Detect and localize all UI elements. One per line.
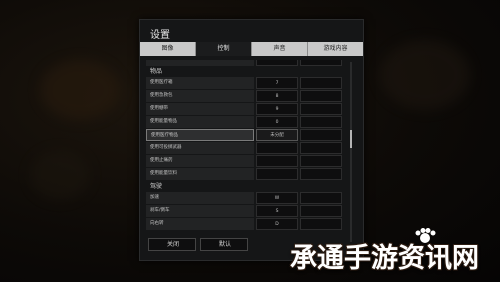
- scrollbar-thumb[interactable]: [350, 130, 352, 148]
- tab-controls[interactable]: 控制: [196, 42, 252, 56]
- list-item: 使用能量物品 0: [146, 116, 349, 128]
- action-label: 使用可投掷武器: [146, 142, 254, 154]
- settings-window: 设置 图像 控制 声音 游戏内容 物品 使用医疗箱 7 使用急救包 8 使用绷带…: [139, 19, 364, 261]
- primary-key-slot[interactable]: S: [256, 205, 298, 217]
- list-item: 使用绷带 9: [146, 103, 349, 115]
- background-glow: [40, 60, 120, 120]
- action-label: 向右转: [146, 218, 254, 230]
- secondary-key-slot[interactable]: [300, 192, 342, 204]
- action-label: 使用医疗物品: [146, 129, 254, 141]
- tab-graphics[interactable]: 图像: [140, 42, 196, 56]
- action-label: 使用医疗箱: [146, 77, 254, 89]
- primary-key-slot[interactable]: [256, 142, 298, 154]
- secondary-key-slot[interactable]: [300, 90, 342, 102]
- secondary-key-slot[interactable]: [300, 103, 342, 115]
- primary-key-slot[interactable]: W: [256, 192, 298, 204]
- action-label: 加速: [146, 192, 254, 204]
- primary-key-slot[interactable]: [256, 60, 298, 66]
- primary-key-slot[interactable]: [256, 168, 298, 180]
- secondary-key-slot[interactable]: [300, 129, 342, 141]
- action-label: 刹车/倒车: [146, 205, 254, 217]
- list-item: 使用可投掷武器: [146, 142, 349, 154]
- secondary-key-slot[interactable]: [300, 77, 342, 89]
- window-title: 设置: [150, 30, 170, 41]
- primary-key-slot[interactable]: 未分配: [256, 129, 298, 141]
- action-label: 使用绷带: [146, 103, 254, 115]
- list-item: 刹车/倒车 S: [146, 205, 349, 217]
- action-label: [146, 60, 254, 66]
- tab-sound[interactable]: 声音: [252, 42, 308, 56]
- secondary-key-slot[interactable]: [300, 142, 342, 154]
- list-item: 加速 W: [146, 192, 349, 204]
- list-item: 使用能量饮料: [146, 168, 349, 180]
- list-item-selected: 使用医疗物品 未分配: [146, 129, 349, 141]
- secondary-key-slot[interactable]: [300, 60, 342, 66]
- primary-key-slot[interactable]: 9: [256, 103, 298, 115]
- primary-key-slot[interactable]: 7: [256, 77, 298, 89]
- close-button[interactable]: 关闭: [148, 238, 196, 251]
- secondary-key-slot[interactable]: [300, 168, 342, 180]
- secondary-key-slot[interactable]: [300, 155, 342, 167]
- action-label: 使用急救包: [146, 90, 254, 102]
- background-glow: [30, 150, 90, 200]
- list-item: 使用止痛药: [146, 155, 349, 167]
- action-label: 使用能量饮料: [146, 168, 254, 180]
- tab-gameplay[interactable]: 游戏内容: [308, 42, 363, 56]
- watermark-text: 承通手游资讯网: [290, 243, 479, 274]
- secondary-key-slot[interactable]: [300, 218, 342, 230]
- default-button[interactable]: 默认: [200, 238, 248, 251]
- list-item: 使用医疗箱 7: [146, 77, 349, 89]
- section-heading: 驾驶: [150, 183, 163, 190]
- primary-key-slot[interactable]: [256, 155, 298, 167]
- list-item: [146, 60, 349, 66]
- footer-bar: 关闭 默认: [148, 238, 248, 251]
- section-heading: 物品: [150, 68, 163, 75]
- primary-key-slot[interactable]: 8: [256, 90, 298, 102]
- scrollbar[interactable]: [350, 62, 352, 242]
- secondary-key-slot[interactable]: [300, 116, 342, 128]
- action-label: 使用止痛药: [146, 155, 254, 167]
- list-item: 向右转 D: [146, 218, 349, 230]
- primary-key-slot[interactable]: D: [256, 218, 298, 230]
- primary-key-slot[interactable]: 0: [256, 116, 298, 128]
- secondary-key-slot[interactable]: [300, 205, 342, 217]
- tab-bar: 图像 控制 声音 游戏内容: [140, 42, 363, 56]
- background-glow: [380, 40, 470, 110]
- action-label: 使用能量物品: [146, 116, 254, 128]
- list-item: 使用急救包 8: [146, 90, 349, 102]
- keybinding-list: 物品 使用医疗箱 7 使用急救包 8 使用绷带 9 使用能量物品 0 使用医疗物…: [146, 60, 349, 246]
